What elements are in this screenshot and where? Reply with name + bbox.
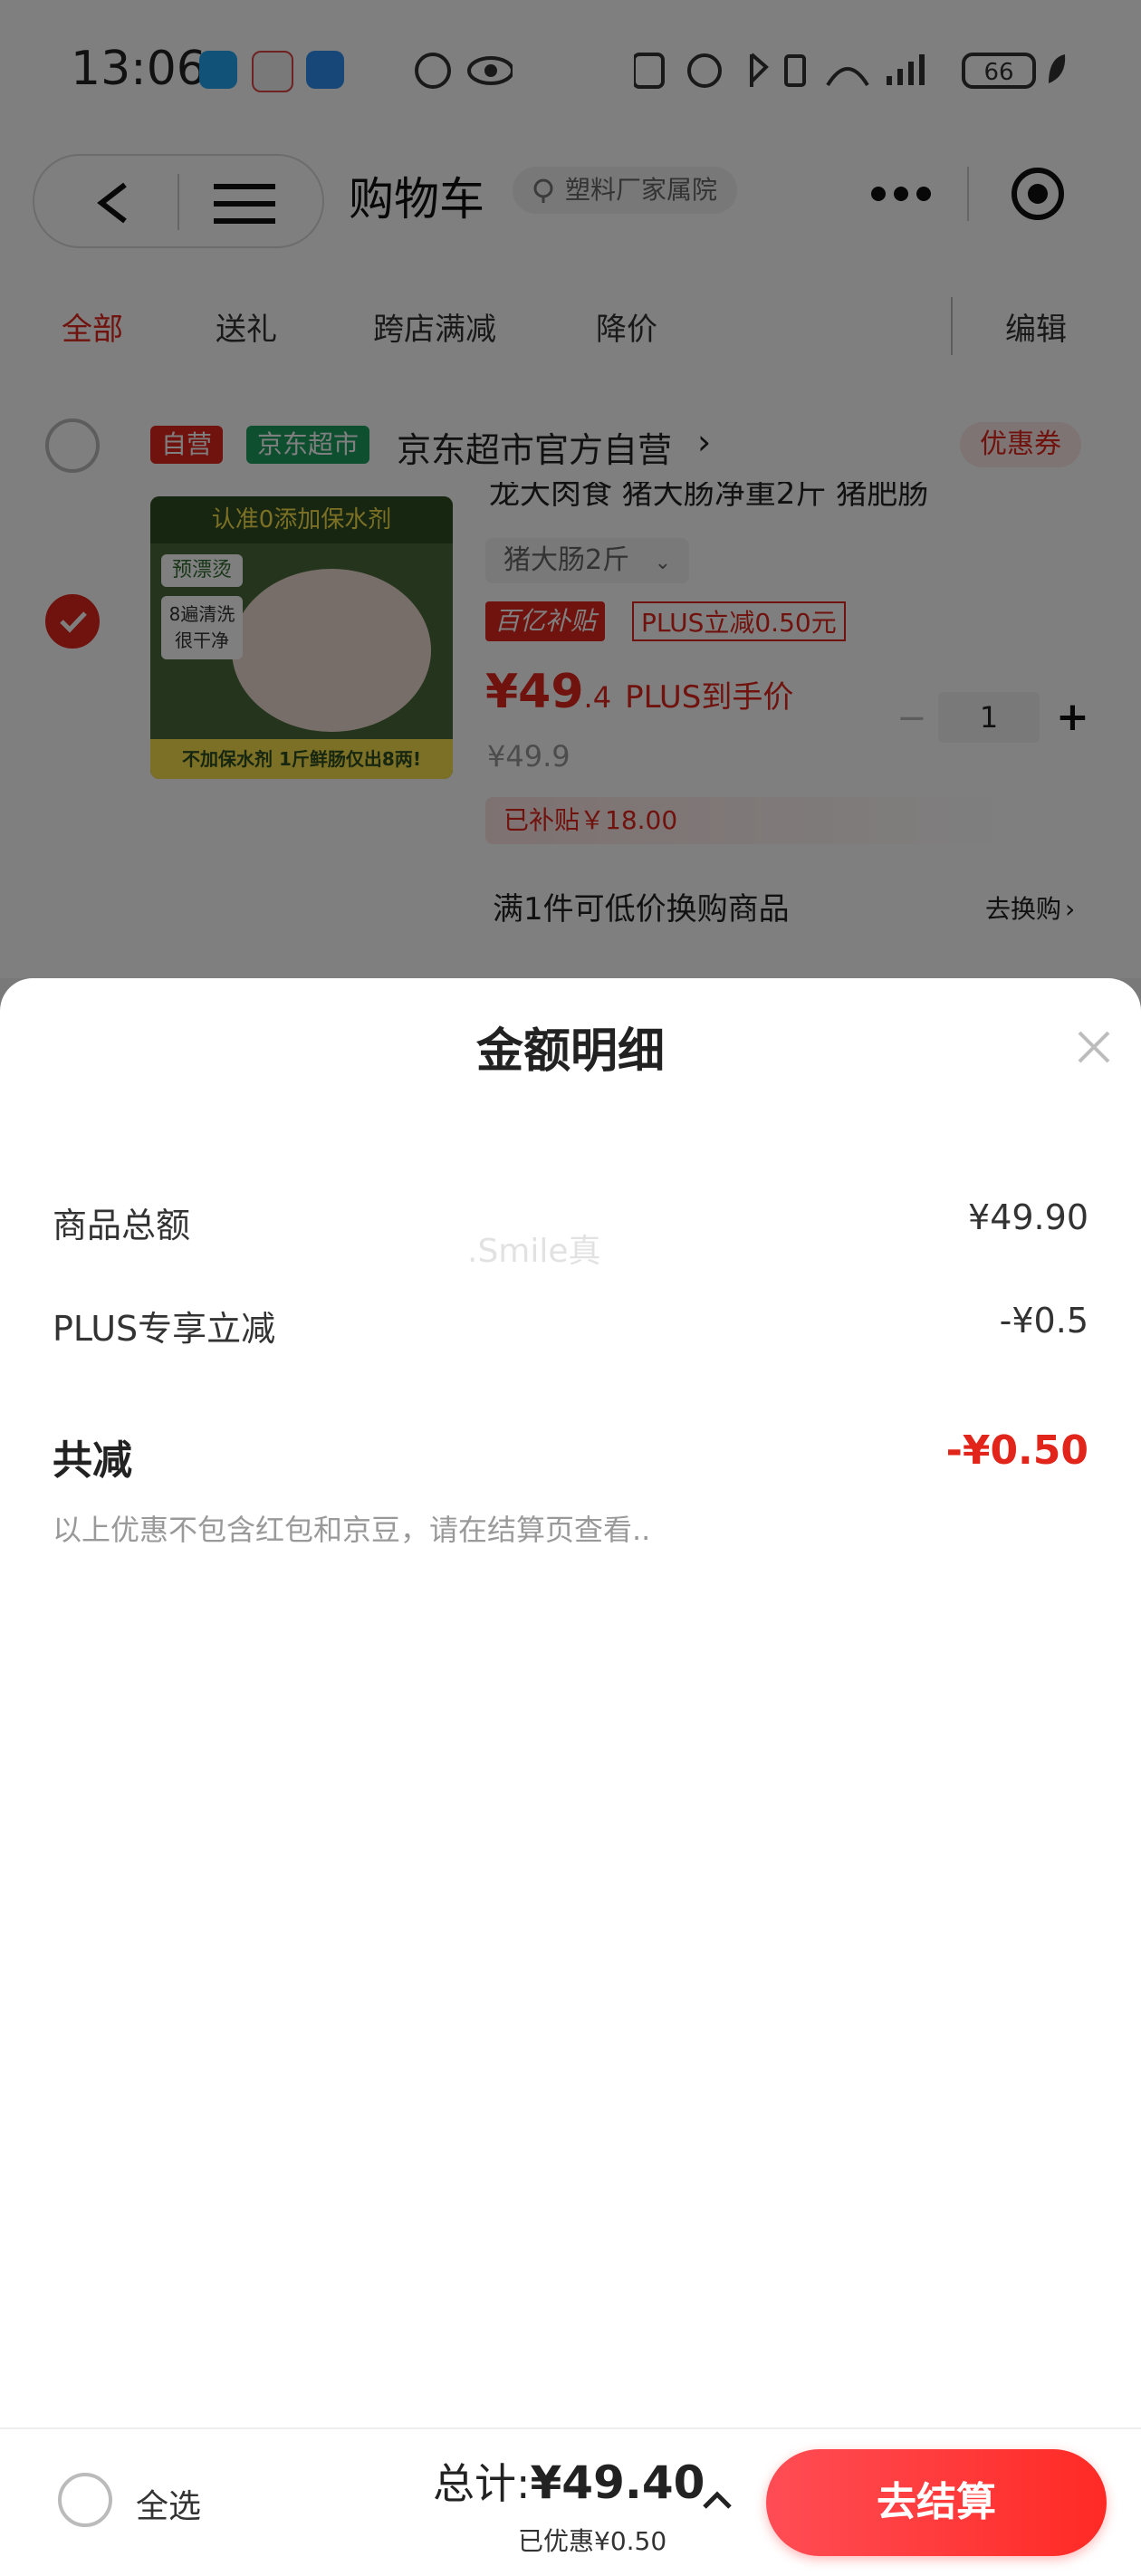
select-all-checkbox[interactable] bbox=[58, 2473, 112, 2527]
saved-amount: 已优惠¥0.50 bbox=[518, 2526, 667, 2556]
sheet-title: 金额明细 bbox=[475, 1024, 665, 1079]
total-discount-label: 共减 bbox=[53, 1437, 132, 1484]
total-amount: ¥49.40 bbox=[530, 2456, 705, 2509]
total-discount-value: -¥0.50 bbox=[945, 1427, 1088, 1474]
total-prefix: 总计: bbox=[433, 2459, 531, 2508]
amount-detail-sheet bbox=[0, 978, 1141, 2427]
grand-total: 总计:¥49.40 bbox=[433, 2451, 705, 2511]
chevron-up-icon[interactable] bbox=[699, 2482, 735, 2518]
checkout-button[interactable]: 去结算 bbox=[766, 2449, 1107, 2556]
plus-discount-label: PLUS专享立减 bbox=[53, 1309, 276, 1349]
discount-note: 以上优惠不包含红包和京豆，请在结算页查看.. bbox=[53, 1513, 651, 1547]
goods-total-value: ¥49.90 bbox=[968, 1197, 1088, 1237]
watermark: .Smile真 bbox=[467, 1233, 601, 1270]
select-all-label[interactable]: 全选 bbox=[136, 2480, 201, 2527]
plus-discount-value: -¥0.5 bbox=[999, 1301, 1088, 1341]
close-icon[interactable] bbox=[1072, 1025, 1116, 1069]
goods-total-label: 商品总额 bbox=[53, 1206, 191, 1245]
